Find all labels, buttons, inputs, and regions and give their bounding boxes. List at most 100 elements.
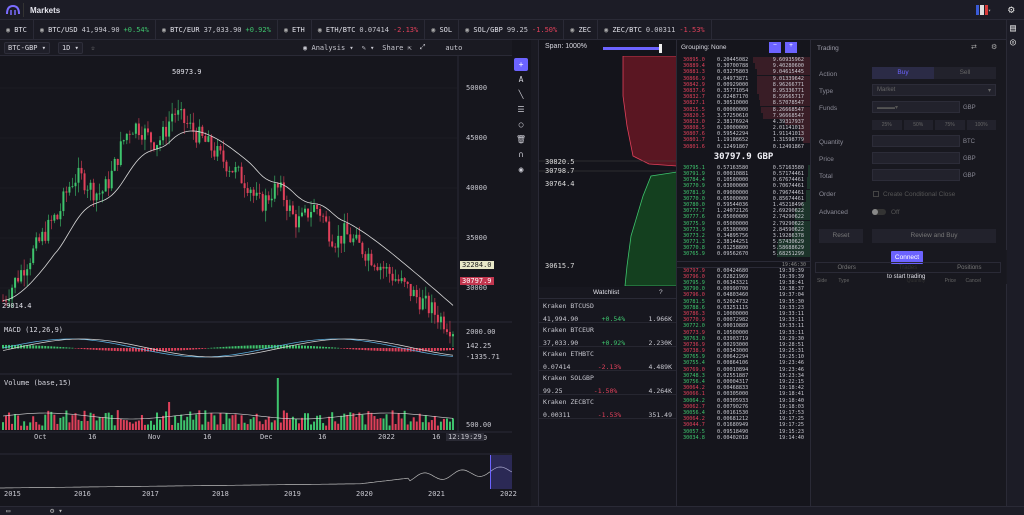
line-tool-icon[interactable]: ╲ — [514, 88, 528, 101]
volume-bar — [436, 425, 439, 430]
volume-bar — [225, 413, 228, 430]
total-input[interactable] — [872, 169, 960, 181]
ticker-item[interactable]: ◉ BTC — [0, 19, 34, 40]
settings-icon[interactable]: ⚙ — [991, 43, 997, 51]
volume-bar — [319, 415, 322, 430]
ticker-item[interactable]: ◉ ZEC/BTC 0.00311 -1.53% — [598, 19, 712, 40]
analysis-button[interactable]: ◉ Analysis ▾ — [303, 44, 354, 52]
ticker-item[interactable]: ◉ BTC/USD 41,994.90 +0.54% — [34, 19, 156, 40]
candle-body — [47, 219, 50, 241]
volume-bar — [134, 421, 137, 430]
watchlist-item[interactable]: Kraken BTCUSD 41,994.90 +0.54% 1.966K — [539, 299, 676, 323]
headset-icon[interactable]: ◎ — [1010, 37, 1021, 48]
ticker-item[interactable]: ◉ SOL — [425, 19, 460, 40]
pct-25-button[interactable]: 25% — [872, 120, 902, 130]
candle-body — [119, 141, 122, 165]
macd-histogram-bar — [331, 347, 334, 349]
visibility-icon[interactable]: ◉ — [514, 163, 528, 176]
interval-select[interactable]: 1D ▾ — [57, 41, 83, 54]
lines-tool-icon[interactable]: ☰ — [514, 103, 528, 116]
ticker-item[interactable]: ◉ ETH — [278, 19, 312, 40]
span-slider-handle[interactable] — [659, 44, 662, 53]
tab-orders[interactable]: Orders — [816, 263, 877, 272]
macd-histogram-bar — [17, 344, 20, 349]
ticker-item[interactable]: ◉ ZEC — [564, 19, 599, 40]
star-icon[interactable]: ☆ — [91, 44, 95, 52]
grouping-increase-button[interactable]: + — [785, 42, 797, 53]
macd-histogram-bar — [71, 347, 74, 349]
help-icon[interactable]: ? — [659, 289, 663, 296]
candle-body — [358, 234, 361, 243]
action-label: Action — [819, 71, 838, 78]
expand-icon[interactable]: ⤢ — [420, 43, 426, 52]
watchlist-item[interactable]: Kraken SOLGBP 99.25 -1.50% 4.264K — [539, 371, 676, 395]
symbol-select[interactable]: BTC-GBP ▾ — [4, 41, 50, 54]
macd-histogram-bar — [201, 348, 204, 349]
dashboard-icon[interactable]: ▤ — [1010, 23, 1021, 34]
watchlist-item[interactable]: Kraken BTCEUR 37,033.90 +0.92% 2.230K — [539, 323, 676, 347]
grouping-decrease-button[interactable]: − — [769, 42, 781, 53]
candle-body — [385, 266, 388, 269]
magnet-icon[interactable]: ∩ — [514, 148, 528, 161]
splitter[interactable] — [531, 40, 538, 506]
volume-bar — [352, 413, 355, 430]
advanced-toggle[interactable] — [872, 209, 886, 215]
ticker-item[interactable]: ◉ BTC/EUR 37,033.90 +0.92% — [156, 19, 278, 40]
scale-select[interactable]: auto — [445, 44, 462, 52]
chevron-down-icon[interactable]: ▾ — [988, 8, 991, 14]
quantity-input[interactable] — [872, 135, 960, 147]
candle-body — [367, 253, 370, 261]
volume-bar — [186, 416, 189, 430]
candle-body — [26, 269, 29, 276]
volume-bar — [376, 418, 379, 430]
watchlist-item[interactable]: Kraken ZECBTC 0.00311 -1.53% 351.49 — [539, 395, 676, 419]
ticker-item[interactable]: ◉ SOL/GBP 99.25 -1.50% — [459, 19, 565, 40]
pen-icon[interactable]: ✎ ▾ — [362, 44, 375, 52]
interval-label: 1D — [61, 43, 71, 52]
watchlist-volume: 2.230K — [648, 339, 672, 347]
reset-button[interactable]: Reset — [819, 229, 863, 243]
candle-body — [379, 266, 382, 271]
review-and-buy-button[interactable]: Review and Buy — [872, 229, 996, 243]
span-slider[interactable] — [603, 47, 660, 50]
flag-icon[interactable] — [976, 5, 988, 15]
candle-body — [17, 277, 20, 282]
candle-body — [373, 265, 376, 267]
watchlist-item[interactable]: Kraken ETHBTC 0.07414 -2.13% 4.489K — [539, 347, 676, 371]
volume-bar — [74, 413, 77, 430]
circle-tool-icon[interactable]: ○ — [514, 118, 528, 131]
watchlist-market: Kraken BTCEUR — [543, 326, 594, 334]
macd-histogram-bar — [98, 348, 101, 351]
solana-icon: ◉ — [465, 25, 470, 34]
order-row[interactable]: 30765.9 0.09562670 5.68251299 — [677, 251, 811, 258]
funds-input[interactable]: ▬▬▬▾ — [872, 101, 960, 113]
settings-icon[interactable]: ⚙ ▾ — [50, 507, 63, 515]
candle-body — [137, 123, 140, 136]
pct-50-button[interactable]: 50% — [903, 120, 933, 130]
order-label: Order — [819, 191, 836, 198]
status-bar: ▭ ⚙ ▾ — [0, 506, 1024, 515]
ticker-item[interactable]: ◉ ETH/BTC 0.07414 -2.13% — [312, 19, 426, 40]
sidebar-toggle-icon[interactable]: ▭ — [6, 507, 10, 515]
overview-range-selector[interactable] — [490, 455, 512, 489]
pct-75-button[interactable]: 75% — [935, 120, 965, 130]
volume-bar — [159, 419, 162, 430]
volume-bar — [430, 420, 433, 430]
refresh-icon[interactable]: ⇄ — [971, 43, 977, 51]
gear-icon[interactable]: ⚙ — [1008, 3, 1015, 16]
conditional-checkbox[interactable] — [873, 191, 879, 197]
share-button[interactable]: Share ⇱ — [382, 44, 412, 52]
tab-trades[interactable]: Trades — [877, 263, 938, 272]
grouping-select[interactable]: None — [711, 44, 727, 51]
buy-toggle[interactable]: Buy — [872, 67, 934, 79]
price-input[interactable] — [872, 152, 960, 164]
pct-100-button[interactable]: 100% — [966, 120, 996, 130]
order-row[interactable]: 30801.6 0.12491867 0.12491867 — [677, 143, 811, 150]
sell-toggle[interactable]: Sell — [934, 67, 996, 79]
trash-icon[interactable]: 🗑 — [514, 133, 528, 146]
type-select[interactable]: Market ▾ — [872, 84, 996, 96]
ma-price-tag: 32284.0 — [460, 261, 494, 269]
crosshair-icon[interactable]: + — [514, 58, 528, 71]
text-tool-icon[interactable]: A — [514, 73, 528, 86]
tab-positions[interactable]: Positions — [939, 263, 1000, 272]
